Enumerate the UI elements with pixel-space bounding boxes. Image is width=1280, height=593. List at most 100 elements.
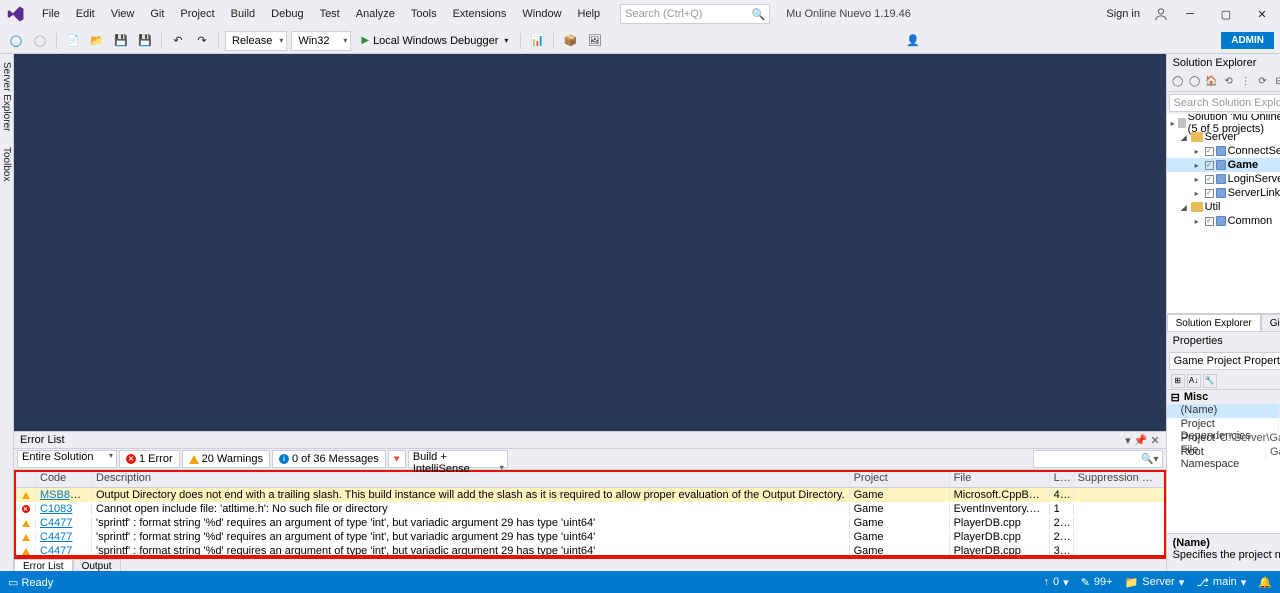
- panel-pin-icon[interactable]: 📌: [1134, 434, 1148, 447]
- error-row[interactable]: C4477'sprintf' : format string '%d' requ…: [16, 516, 1164, 530]
- signin-link[interactable]: Sign in: [1100, 4, 1146, 24]
- menu-edit[interactable]: Edit: [68, 4, 103, 24]
- menu-help[interactable]: Help: [570, 4, 609, 24]
- error-list-search[interactable]: 🔍▾: [1033, 450, 1163, 468]
- status-ready: ▭ Ready: [8, 576, 53, 589]
- folder-util[interactable]: ◢Util: [1167, 200, 1280, 214]
- errors-filter-chip[interactable]: ✕1 Error: [119, 450, 180, 468]
- prop-namespace[interactable]: Root NamespaceGameServer_Nuevo: [1167, 446, 1280, 460]
- error-list-header: Code Description Project File Line Suppr…: [16, 472, 1164, 488]
- error-row[interactable]: C4477'sprintf' : format string '%d' requ…: [16, 544, 1164, 555]
- new-project-button[interactable]: 📄: [63, 31, 83, 51]
- prop-dependencies[interactable]: Project Dependencies: [1167, 418, 1280, 432]
- properties-grid: ⊟Misc (Name)Game Project Dependencies Pr…: [1167, 390, 1280, 533]
- menu-git[interactable]: Git: [142, 4, 172, 24]
- sync-icon[interactable]: ⟲: [1222, 75, 1236, 89]
- status-add[interactable]: ↑ 0 ▾: [1044, 576, 1069, 589]
- maximize-button[interactable]: ▢: [1212, 4, 1240, 24]
- menu-file[interactable]: File: [34, 4, 68, 24]
- project-serverlink[interactable]: ▸✓ServerLink: [1167, 186, 1280, 200]
- prop-name[interactable]: (Name)Game: [1167, 404, 1280, 418]
- save-button[interactable]: 💾: [111, 31, 131, 51]
- live-share-button[interactable]: 👤: [904, 32, 922, 50]
- tab-solution-explorer[interactable]: Solution Explorer: [1167, 314, 1261, 331]
- menu-view[interactable]: View: [103, 4, 143, 24]
- nav-back-button[interactable]: ◯: [6, 31, 26, 51]
- nav-fwd-button[interactable]: ◯: [30, 31, 50, 51]
- prop-file[interactable]: Project FileC:\Server\Game\Game.vcxproj: [1167, 432, 1280, 446]
- menu-extensions[interactable]: Extensions: [445, 4, 515, 24]
- fwd-icon[interactable]: ◯: [1188, 75, 1202, 89]
- tab-output[interactable]: Output: [73, 559, 121, 571]
- tool-button-3[interactable]: 🖼: [584, 31, 604, 51]
- config-dropdown[interactable]: Release: [225, 31, 287, 51]
- menu-tools[interactable]: Tools: [403, 4, 445, 24]
- tool-button-2[interactable]: 📦: [560, 31, 580, 51]
- menu-bar: File Edit View Git Project Build Debug T…: [0, 0, 1280, 28]
- menu-items: File Edit View Git Project Build Debug T…: [34, 4, 608, 24]
- global-search-input[interactable]: Search (Ctrl+Q) 🔍: [620, 4, 770, 24]
- redo-button[interactable]: ↷: [192, 31, 212, 51]
- project-common[interactable]: ▸✓Common: [1167, 214, 1280, 228]
- messages-filter-chip[interactable]: i0 of 36 Messages: [272, 450, 386, 468]
- back-icon[interactable]: ◯: [1171, 75, 1185, 89]
- source-dropdown[interactable]: Build + IntelliSense: [408, 450, 508, 468]
- properties-object-dropdown[interactable]: Game Project Properties: [1169, 352, 1280, 370]
- error-row[interactable]: C4477'sprintf' : format string '%d' requ…: [16, 530, 1164, 544]
- menu-analyze[interactable]: Analyze: [348, 4, 403, 24]
- status-repo[interactable]: 📁 Server ▾: [1125, 576, 1185, 589]
- solution-explorer-search[interactable]: Search Solution Explorer (Ctrl+;) 🔍▾: [1169, 94, 1280, 112]
- project-game[interactable]: ▸✓Game: [1167, 158, 1280, 172]
- solution-name-label: Mu Online Nuevo 1.19.46: [786, 8, 911, 20]
- home-icon[interactable]: 🏠: [1205, 75, 1219, 89]
- tool-icon[interactable]: ⋮: [1239, 75, 1253, 89]
- panel-close-icon[interactable]: ✕: [1150, 434, 1159, 447]
- minimize-button[interactable]: ─: [1176, 4, 1204, 24]
- properties-toolbar: ⊞ A↓ 🔧: [1167, 372, 1280, 390]
- project-loginserver[interactable]: ▸✓LoginServer: [1167, 172, 1280, 186]
- alphabetical-icon[interactable]: A↓: [1187, 374, 1201, 388]
- undo-button[interactable]: ↶: [168, 31, 188, 51]
- warnings-filter-chip[interactable]: 20 Warnings: [182, 450, 270, 468]
- status-bell-icon[interactable]: 🔔: [1258, 576, 1272, 589]
- panel-options-icon[interactable]: ▾: [1125, 434, 1131, 447]
- status-branch[interactable]: ⎇ main ▾: [1196, 576, 1246, 589]
- close-button[interactable]: ✕: [1248, 4, 1276, 24]
- menu-test[interactable]: Test: [312, 4, 348, 24]
- tab-git-changes[interactable]: Git Changes: [1261, 314, 1280, 331]
- solution-node[interactable]: ▸Solution 'Mu Online Nuevo 1.19.46' (5 o…: [1167, 116, 1280, 130]
- filter-button[interactable]: 🔻: [388, 450, 406, 468]
- refresh-icon[interactable]: ⟳: [1256, 75, 1270, 89]
- status-bar: ▭ Ready ↑ 0 ▾ ✎ 99+ 📁 Server ▾ ⎇ main ▾ …: [0, 571, 1280, 593]
- toolbox-tab[interactable]: Toolbox: [0, 143, 13, 185]
- status-edits[interactable]: ✎ 99+: [1081, 576, 1113, 589]
- error-row[interactable]: MSB8004Output Directory does not end wit…: [16, 488, 1164, 502]
- properties-title-bar: Properties ▾📌✕: [1167, 332, 1280, 350]
- project-connectserver[interactable]: ▸✓ConnectServer: [1167, 144, 1280, 158]
- server-explorer-tab[interactable]: Server Explorer: [0, 58, 13, 135]
- save-all-button[interactable]: 💾: [135, 31, 155, 51]
- start-debugger-button[interactable]: ▶ Local Windows Debugger ▾: [355, 31, 514, 51]
- properties-panel: Properties ▾📌✕ Game Project Properties ⊞…: [1167, 331, 1280, 571]
- menu-build[interactable]: Build: [223, 4, 263, 24]
- error-row[interactable]: ✕C1083Cannot open include file: 'atltime…: [16, 502, 1164, 516]
- bottom-tabs: Error List Output: [14, 557, 1166, 571]
- platform-dropdown[interactable]: Win32: [291, 31, 351, 51]
- tab-error-list[interactable]: Error List: [14, 559, 73, 571]
- open-button[interactable]: 📂: [87, 31, 107, 51]
- search-placeholder: Search (Ctrl+Q): [625, 8, 702, 20]
- admin-badge: ADMIN: [1221, 32, 1274, 49]
- properties-description: (Name) Specifies the project name.: [1167, 533, 1280, 571]
- menu-debug[interactable]: Debug: [263, 4, 311, 24]
- error-list-table: Code Description Project File Line Suppr…: [14, 470, 1166, 557]
- collapse-icon[interactable]: ⊟: [1273, 75, 1280, 89]
- se-bottom-tabs: Solution Explorer Git Changes: [1167, 313, 1280, 331]
- category-misc[interactable]: ⊟Misc: [1167, 390, 1280, 404]
- solution-explorer-title-bar: Solution Explorer ▾📌✕: [1167, 54, 1280, 72]
- scope-dropdown[interactable]: Entire Solution: [17, 450, 117, 468]
- menu-window[interactable]: Window: [514, 4, 569, 24]
- categorized-icon[interactable]: ⊞: [1171, 374, 1185, 388]
- menu-project[interactable]: Project: [172, 4, 222, 24]
- wrench-icon[interactable]: 🔧: [1203, 374, 1217, 388]
- tool-button-1[interactable]: 📊: [527, 31, 547, 51]
